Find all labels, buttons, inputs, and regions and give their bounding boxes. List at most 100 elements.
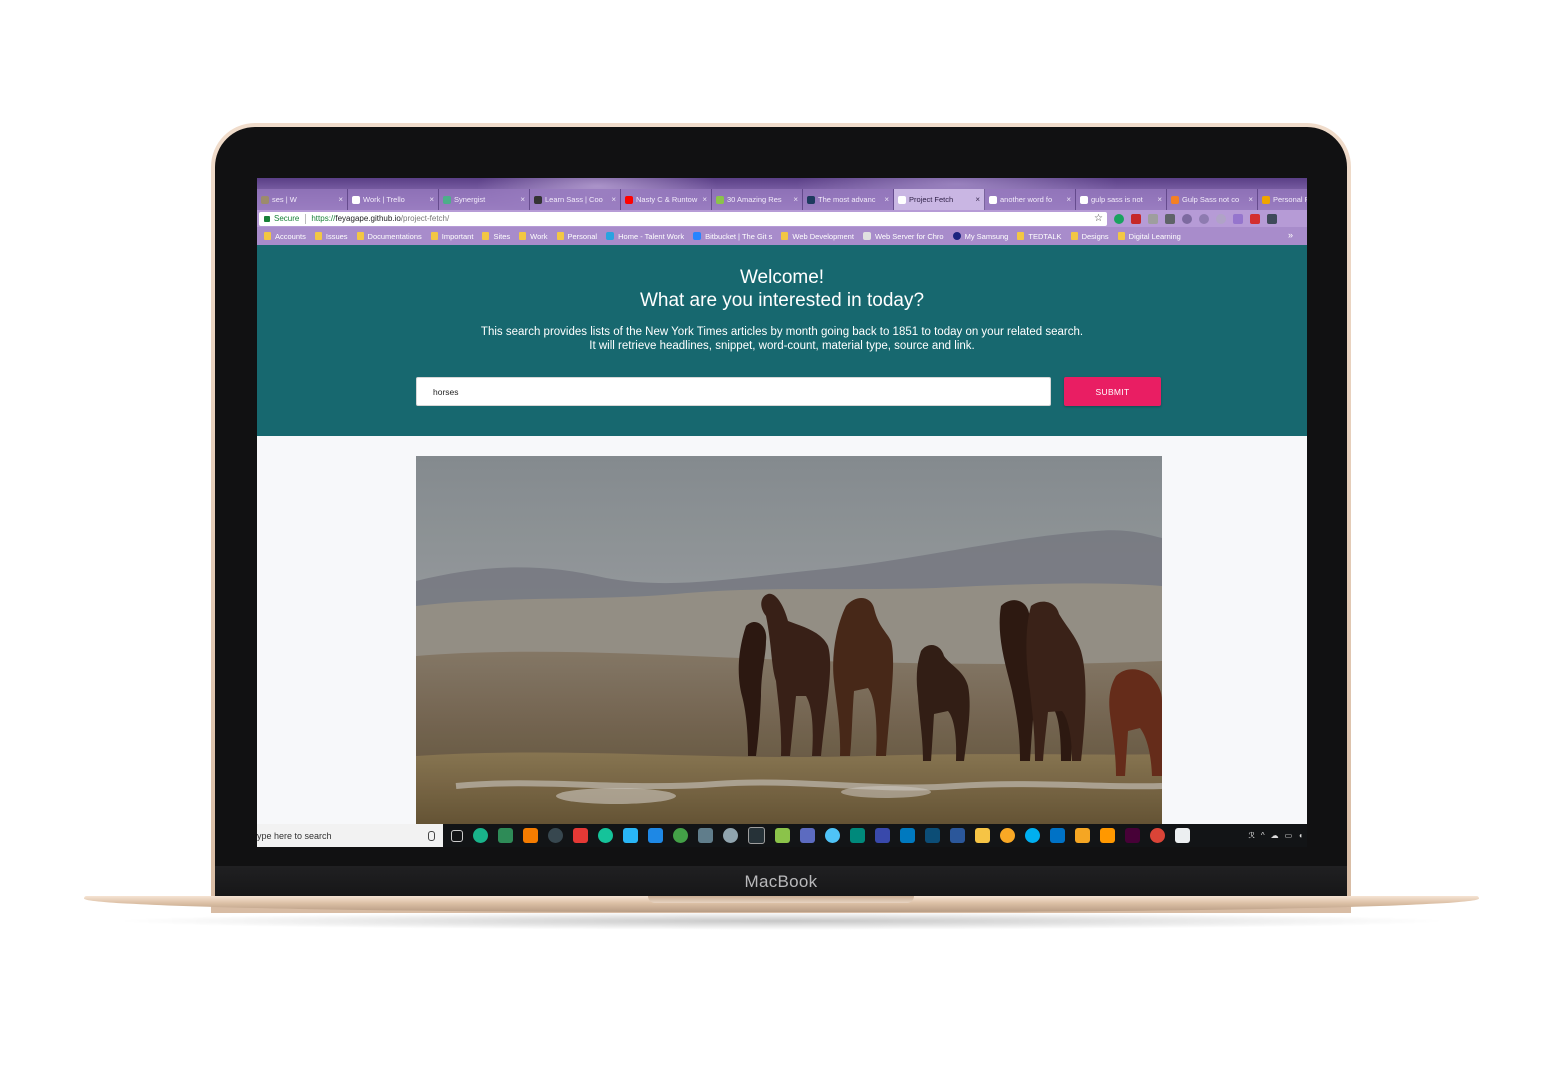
extension-icon[interactable] [1250,213,1260,224]
bookmark-star-icon[interactable]: ☆ [1094,213,1103,224]
extension-icon[interactable] [1148,213,1158,224]
extension-icon[interactable] [1199,213,1209,224]
trello-icon[interactable] [900,828,915,843]
close-icon[interactable]: × [429,195,434,204]
browser-tab[interactable]: Gulp Sass not co × [1167,189,1258,210]
browser-tab[interactable]: Synergist × [439,189,530,210]
photoshop-icon[interactable] [925,828,940,843]
pdf-extension-icon[interactable] [1131,213,1141,224]
tab-title: Learn Sass | Coo [545,195,603,204]
search-input[interactable] [416,377,1051,406]
app-icon[interactable] [1000,828,1015,843]
people-icon[interactable]: ℛ [1248,831,1254,840]
browser-tab[interactable]: Nasty C & Runtow × [621,189,712,210]
close-icon[interactable]: × [1248,195,1253,204]
close-icon[interactable]: × [611,195,616,204]
extension-icon[interactable] [1165,213,1175,224]
bookmark-item[interactable]: Web Server for Chro [862,231,944,241]
bookmark-item[interactable]: Personal [556,232,597,241]
cloud-icon[interactable]: ☁ [1271,831,1279,840]
app-icon[interactable] [825,828,840,843]
omnibox[interactable]: Secure https:// feyagape.github.io /proj… [259,211,1107,226]
browser-tab[interactable]: Personal Portfoli× [1258,189,1307,210]
grammarly-icon[interactable] [598,828,613,843]
bookmark-item[interactable]: Accounts [264,232,306,241]
app-icon[interactable] [1075,828,1090,843]
terminal-icon[interactable] [748,827,765,844]
app-icon[interactable] [623,828,638,843]
app-icon[interactable] [723,828,738,843]
bookmarks-overflow-icon[interactable]: » [1288,230,1293,240]
bookmark-item[interactable]: Sites [482,232,510,241]
close-icon[interactable]: × [975,195,980,204]
browser-tab[interactable]: The most advanc × [803,189,894,210]
extension-icon[interactable] [1114,213,1124,224]
app-icon[interactable] [673,828,688,843]
folder-icon [356,232,364,240]
sublime-icon[interactable] [1100,828,1115,843]
submit-button[interactable]: SUBMIT [1064,377,1161,406]
close-icon[interactable]: × [338,195,343,204]
extension-icon[interactable] [1233,213,1243,224]
extension-icon[interactable] [1267,213,1277,224]
app-icon[interactable] [850,828,865,843]
bookmark-item[interactable]: Important [430,232,473,241]
app-icon[interactable] [548,828,563,843]
outlook-icon[interactable] [1050,828,1065,843]
word-icon[interactable] [950,828,965,843]
bookmark-item[interactable]: Web Development [781,232,854,241]
bookmark-item[interactable]: Bitbucket | The Git s [693,232,772,241]
app-icon[interactable] [473,828,488,843]
browser-tab[interactable]: gulp sass is not × [1076,189,1167,210]
microphone-icon[interactable] [428,830,435,841]
close-icon[interactable]: × [1157,195,1162,204]
browser-tab[interactable]: Project Fetch × [894,189,985,210]
bookmark-item[interactable]: Designs [1070,232,1109,241]
task-view-icon[interactable] [451,829,463,842]
bookmark-item[interactable]: Work [519,232,548,241]
bookmark-item[interactable]: Digital Learning [1117,232,1181,241]
bookmark-label: Sites [493,231,511,241]
chevron-up-icon[interactable]: ^ [1261,831,1265,840]
tab-title: Project Fetch [909,195,954,204]
bookmark-item[interactable]: TEDTALK [1017,232,1062,241]
page-header: Welcome! What are you interested in toda… [257,245,1307,436]
bookmark-item[interactable]: Issues [314,232,348,241]
bookmark-label: Web Server for Chro [874,231,944,241]
chrome-icon[interactable] [1150,828,1165,843]
browser-tab[interactable]: Work | Trello × [348,189,439,210]
close-icon[interactable]: × [702,195,707,204]
skype-icon[interactable] [1025,828,1040,843]
bookmark-item[interactable]: My Samsung [952,232,1008,241]
close-icon[interactable]: × [1066,195,1071,204]
volume-icon[interactable]: ◖ [1298,831,1303,840]
photos-icon[interactable] [1175,828,1190,843]
adobe-xd-icon[interactable] [1125,828,1140,843]
app-icon[interactable] [800,828,815,843]
app-icon[interactable] [523,828,538,843]
app-icon[interactable] [698,828,713,843]
app-icon[interactable] [573,828,588,843]
folder-icon [430,232,438,240]
network-icon[interactable]: ▭ [1285,831,1293,840]
codecademy-icon [534,195,542,204]
file-explorer-icon[interactable] [975,828,990,843]
extension-icon[interactable] [1182,213,1192,224]
close-icon[interactable]: × [793,195,798,204]
close-icon[interactable]: × [884,195,889,204]
app-icon[interactable] [875,828,890,843]
app-icon[interactable] [498,828,513,843]
browser-tab[interactable]: ses | W × [257,189,348,210]
browser-tab[interactable]: another word fo × [985,189,1076,210]
browser-tab[interactable]: Learn Sass | Coo × [530,189,621,210]
folder-icon [1117,232,1125,240]
app-icon[interactable] [775,828,790,843]
extension-icon[interactable] [1216,213,1226,224]
browser-tab[interactable]: 30 Amazing Res × [712,189,803,210]
taskbar-search[interactable]: ype here to search [257,824,443,847]
bookmark-item[interactable]: Documentations [356,232,422,241]
folder-icon [781,232,789,240]
close-icon[interactable]: × [520,195,525,204]
bookmark-item[interactable]: Home - Talent Work [606,232,684,241]
vscode-icon[interactable] [648,828,663,843]
